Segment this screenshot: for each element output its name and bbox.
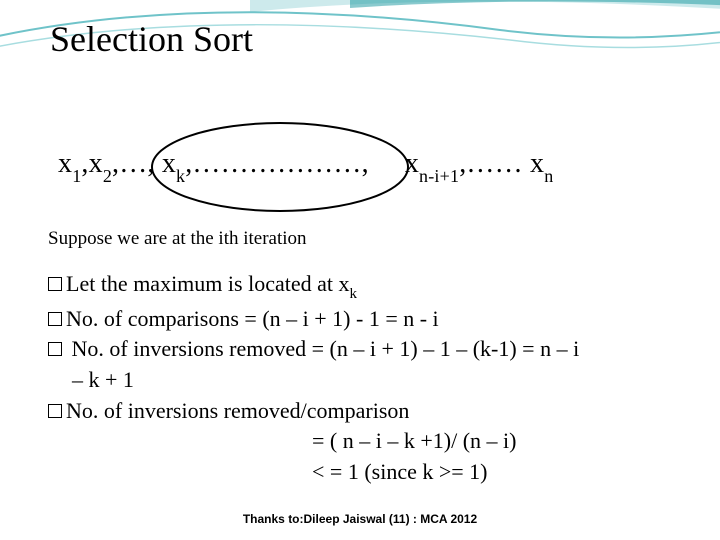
seq-sub-1: 1 [72,166,81,186]
bullet-2-text: No. of comparisons = (n – i + 1) - 1 = n… [66,306,439,331]
seq-mid3: ,…… x [459,148,544,179]
bullet-1: Let the maximum is located at xk [48,270,688,303]
bullet-2: No. of comparisons = (n – i + 1) - 1 = n… [48,305,688,334]
bullet-3: No. of inversions removed = (n – i + 1) … [48,335,688,364]
seq-x1-prefix: x [58,148,72,179]
bullet-4-eq1: = ( n – i – k +1)/ (n – i) [48,427,688,456]
bullet-1-sub: k [349,286,357,302]
seq-trail: ,………………, [185,148,369,179]
bullet-marker-icon [48,277,62,291]
seq-sub-ni1: n-i+1 [419,166,459,186]
seq-mid2: ,…, x [112,148,176,179]
bullet-3a-text: No. of inversions removed = (n – i + 1) … [66,336,579,361]
bullet-4: No. of inversions removed/comparison [48,397,688,426]
bullet-4-eq1-text: = ( n – i – k +1)/ (n – i) [312,428,516,453]
sequence-expression: x1,x2,…, xk,………………,xn-i+1,…… xn [58,148,553,184]
bullet-1-text: Let the maximum is located at x [66,271,349,296]
seq-sub-k: k [176,166,185,186]
suppose-text: Suppose we are at the ith iteration [48,228,307,250]
bullet-marker-icon [48,312,62,326]
seq-mid1: ,x [81,148,102,179]
seq-sub-n: n [544,166,553,186]
bullet-3b-text: – k + 1 [72,367,134,392]
bullet-list: Let the maximum is located at xk No. of … [48,270,688,488]
seq-x2-prefix: x [405,148,419,179]
seq-sub-2: 2 [103,166,112,186]
bullet-marker-icon [48,404,62,418]
footer-credit: Thanks to:Dileep Jaiswal (11) : MCA 2012 [0,512,720,526]
bullet-4-eq2-text: < = 1 (since k >= 1) [312,459,487,484]
bullet-4-eq2: < = 1 (since k >= 1) [48,458,688,487]
bullet-4-text: No. of inversions removed/comparison [66,398,409,423]
slide-title: Selection Sort [50,18,253,60]
bullet-3-continued: – k + 1 [48,366,688,395]
bullet-marker-icon [48,342,62,356]
